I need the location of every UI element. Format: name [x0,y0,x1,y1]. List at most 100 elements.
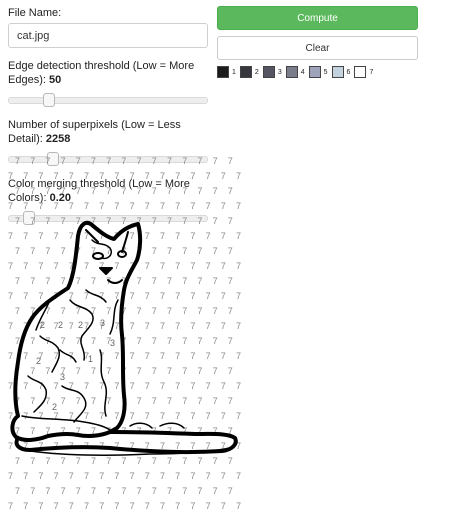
region-number-label: 7 [38,471,43,481]
region-number-label: 7 [221,171,226,181]
region-number-label: 7 [114,351,119,361]
background-numbers: 7 7 7 7 7 7 7 7 7 7 7 7 7 7 77 7 7 7 7 7 7 7 7 7 7 7 7 7 7 77 7 7 7 7 7 7 7 7… [8,156,241,511]
edge-threshold-control: Edge detection threshold (Low = More Edg… [8,59,213,107]
region-number-label: 7 [84,381,89,391]
region-number-label: 7 [137,486,142,496]
region-number-label: 7 [69,321,74,331]
region-number-label: 7 [130,471,135,481]
region-number-label: 7 [99,171,104,181]
region-number-label: 7 [182,396,187,406]
region-number-label: 7 [61,306,66,316]
region-number-label: 7 [30,276,35,286]
region-number-label: 7 [114,291,119,301]
region-number-label: 7 [84,171,89,181]
region-number-label: 7 [30,246,35,256]
region-number-label: 7 [213,216,218,226]
region-number-label: 7 [130,291,135,301]
region-number-label: 7 [152,306,157,316]
region-number-label: 7 [23,381,28,391]
region-number-label: 7 [190,471,195,481]
region-number-label: 7 [236,171,241,181]
region-number-label: 7 [54,501,59,511]
region-number-label: 7 [15,276,20,286]
region-number-label: 7 [197,366,202,376]
region-number-label: 7 [15,246,20,256]
region-number-label: 7 [175,381,180,391]
region-number-label: 7 [182,246,187,256]
swatch-color [331,66,344,78]
region-number-label: 7 [137,276,142,286]
region-number-label: 7 [121,216,126,226]
region-number-label: 7 [182,276,187,286]
swatch-number: 3 [277,68,282,76]
region-number-label: 7 [15,186,20,196]
region-number-label: 7 [236,351,241,361]
region-number-label: 7 [38,501,43,511]
region-number-label: 7 [228,366,233,376]
region-number-label: 7 [61,486,66,496]
region-number-label: 7 [228,156,233,166]
region-number-label: 7 [8,231,13,241]
region-number-label: 7 [54,171,59,181]
region-number-label: 7 [167,246,172,256]
region-number-label: 7 [38,291,43,301]
region-number-label: 2 [58,320,63,330]
region-number-label: 7 [130,231,135,241]
region-number-label: 7 [114,171,119,181]
region-number-label: 7 [38,411,43,421]
region-number-label: 7 [152,216,157,226]
swatch-number: 2 [254,68,259,76]
region-number-label: 7 [190,171,195,181]
palette-swatch-3: 3 [262,66,282,78]
region-number-label: 7 [91,366,96,376]
region-number-label: 7 [152,366,157,376]
region-number-label: 7 [175,291,180,301]
region-number-label: 7 [213,456,218,466]
region-number-label: 7 [114,321,119,331]
region-number-label: 7 [175,441,180,451]
region-number-label: 7 [91,396,96,406]
region-number-label: 7 [121,486,126,496]
region-number-label: 3 [60,372,65,382]
region-number-label: 7 [84,201,89,211]
region-number-label: 7 [221,321,226,331]
region-number-label: 7 [175,501,180,511]
region-number-label: 7 [91,456,96,466]
region-number-label: 7 [8,381,13,391]
edge-threshold-slider[interactable] [8,93,208,107]
region-number-label: 7 [213,246,218,256]
region-number-label: 7 [106,306,111,316]
filename-input[interactable] [8,23,208,48]
region-number-label: 7 [236,501,241,511]
region-number-label: 7 [30,336,35,346]
clear-button[interactable]: Clear [217,36,418,60]
region-number-label: 7 [145,351,150,361]
actions-panel: Compute Clear 1 2 3 4 5 6 7 [217,6,418,80]
region-number-label: 7 [106,486,111,496]
region-number-label: 7 [197,396,202,406]
region-number-label: 7 [38,231,43,241]
region-number-label: 7 [84,261,89,271]
region-number-label: 7 [30,156,35,166]
swatch-color [308,66,321,78]
region-number-label: 2 [78,320,83,330]
palette-swatch-2: 2 [239,66,259,78]
region-number-label: 7 [221,201,226,211]
region-number-label: 7 [91,276,96,286]
slider-thumb[interactable] [43,93,55,107]
region-number-label: 7 [38,261,43,271]
region-number-label: 7 [206,411,211,421]
region-number-label: 7 [160,471,165,481]
region-number-label: 7 [61,276,66,286]
region-number-label: 7 [182,156,187,166]
region-number-label: 7 [61,336,66,346]
region-number-label: 7 [228,486,233,496]
region-number-label: 7 [221,411,226,421]
region-number-label: 7 [114,471,119,481]
palette-swatch-7: 7 [354,66,373,78]
filename-label: File Name: [8,7,62,19]
palette-swatch-1: 1 [217,66,236,78]
compute-button[interactable]: Compute [217,6,418,30]
region-number-label: 7 [167,456,172,466]
region-number-label: 7 [221,261,226,271]
